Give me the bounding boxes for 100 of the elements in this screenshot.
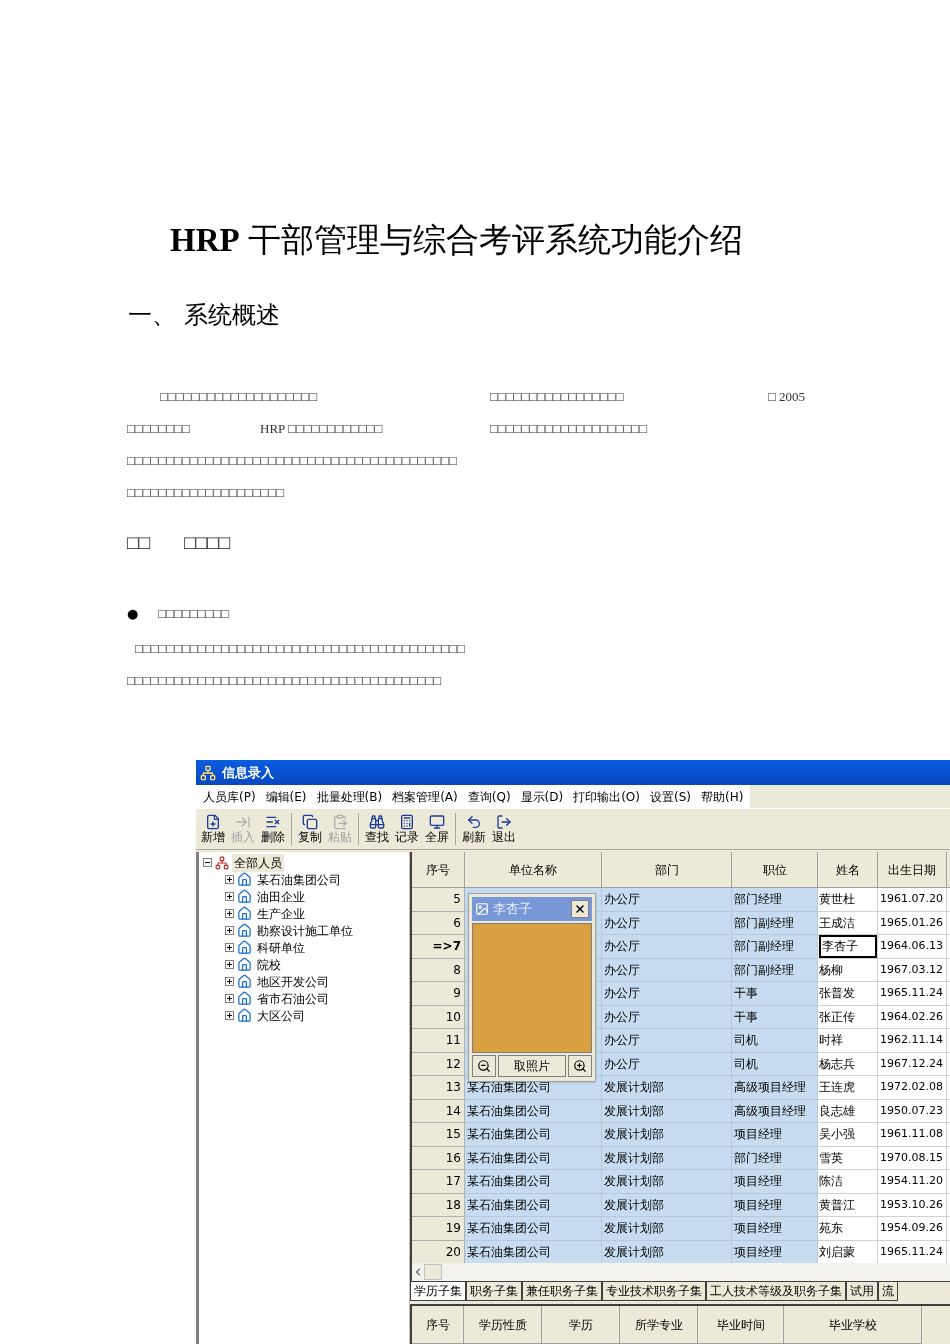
tab[interactable]: 试用 (846, 1282, 878, 1301)
table-cell-text: 陈洁 (819, 1173, 843, 1191)
table-cell-text: 1965.11.24 (880, 985, 943, 1001)
tree-item[interactable]: 油田企业 (255, 887, 307, 906)
calculator-icon (399, 813, 415, 830)
column-header[interactable]: 序号 (412, 1306, 464, 1344)
table-cell-text: 高级项目经理 (734, 1079, 806, 1097)
scroll-thumb[interactable] (424, 1264, 442, 1280)
table-cell: 某石油集团公司 (465, 1240, 602, 1264)
menu-item[interactable]: 设置(S) (645, 787, 696, 806)
table-cell-text: 1961.07.20 (880, 891, 943, 907)
document-title: HRP 干部管理与综合考评系统功能介绍 (170, 221, 743, 260)
toolbar-button[interactable]: 查找 (362, 813, 392, 845)
tree-item[interactable]: 地区开发公司 (255, 972, 331, 991)
expand-icon[interactable] (225, 943, 234, 952)
table-cell-text: 高级项目经理 (734, 1102, 806, 1120)
menu-item[interactable]: 打印输出(O) (568, 787, 645, 806)
column-header[interactable]: 所学专业 (620, 1306, 698, 1344)
toolbar-button[interactable]: 全屏 (422, 813, 452, 845)
row-number-cell: 16 (412, 1146, 465, 1170)
menu-item[interactable]: 显示(D) (515, 787, 569, 806)
expand-icon[interactable] (225, 875, 234, 884)
house-icon (237, 1008, 252, 1023)
menu-item[interactable]: 人员库(P) (198, 787, 261, 806)
table-cell: 李杏子 (819, 935, 877, 958)
toolbar-button[interactable]: 删除 (258, 813, 288, 845)
horizontal-scrollbar[interactable] (410, 1263, 950, 1281)
expand-icon[interactable] (225, 977, 234, 986)
paragraph-text: □□□□□□□□□□□□□□□□□□□□□□□□□□□□□□□□□□□□□□□□□□ (127, 453, 457, 468)
zoom-in-icon (573, 1059, 587, 1073)
binoculars-icon (369, 813, 385, 830)
table-cell-text: 良志雄 (819, 1102, 855, 1120)
menu-item[interactable]: 档案管理(A) (387, 787, 463, 806)
table-cell-text: 王成洁 (819, 914, 855, 932)
toolbar-button[interactable]: 刷新 (459, 813, 489, 845)
table-cell: 1950.07.23 (880, 1102, 943, 1119)
exit-icon (496, 813, 512, 830)
table-cell-text: 办公厅 (604, 938, 640, 956)
column-header[interactable]: 学历 (542, 1306, 620, 1344)
table-cell-text: 项目经理 (734, 1243, 782, 1261)
table-cell: 某石油集团公司 (465, 1146, 602, 1170)
toolbar-button[interactable]: 记录 (392, 813, 422, 845)
zoom-out-icon (477, 1059, 491, 1073)
table-cell-text: 张正传 (819, 1008, 855, 1026)
tab[interactable]: 兼任职务子集 (522, 1282, 602, 1301)
tree-item[interactable]: 省市石油公司 (255, 989, 331, 1008)
tree-item[interactable]: 生产企业 (255, 904, 307, 923)
tree-item[interactable]: 大区公司 (255, 1006, 307, 1025)
tree-item[interactable]: 科研单位 (255, 938, 307, 957)
column-header[interactable]: 毕业学校 (784, 1306, 922, 1344)
row-number-cell: =>7 (412, 935, 465, 959)
row-number-cell: 9 (412, 982, 465, 1006)
toolbar-button[interactable]: 新增 (198, 813, 228, 845)
zoom-in-button[interactable] (568, 1055, 592, 1077)
table-cell-text: 办公厅 (604, 914, 640, 932)
expand-icon[interactable] (225, 960, 234, 969)
toolbar-button[interactable]: 退出 (489, 813, 519, 845)
table-cell-text: 1972.02.08 (880, 1079, 943, 1095)
close-button[interactable] (571, 900, 589, 918)
toolbar-button[interactable]: 复制 (295, 813, 325, 845)
column-header[interactable]: 学历性质 (464, 1306, 542, 1344)
get-photo-button[interactable]: 取照片 (498, 1055, 566, 1077)
table-cell-text: 项目经理 (734, 1126, 782, 1144)
tree-item[interactable]: 某石油集团公司 (255, 870, 343, 889)
subheading-text: □□ (127, 531, 150, 555)
expand-icon[interactable] (225, 926, 234, 935)
tree-item[interactable]: 全部人员 (232, 853, 284, 872)
house-icon (237, 957, 252, 972)
menu-item[interactable]: 查询(Q) (462, 787, 516, 806)
expand-icon[interactable] (225, 994, 234, 1003)
zoom-out-button[interactable] (472, 1055, 496, 1077)
table-cell-text: 发展计划部 (604, 1102, 664, 1120)
column-header[interactable]: 毕业时间 (698, 1306, 784, 1344)
paragraph-text: HRP □□□□□□□□□□□□ (260, 421, 383, 436)
table-cell-text: 办公厅 (604, 891, 640, 909)
house-icon (237, 974, 252, 989)
menu-item[interactable]: 编辑(E) (260, 787, 312, 806)
tab[interactable]: 工人技术等级及职务子集 (706, 1282, 846, 1301)
table-cell-text: 部门经理 (734, 891, 782, 909)
expand-icon[interactable] (225, 1011, 234, 1020)
expand-icon[interactable] (225, 909, 234, 918)
app-logo-icon (200, 764, 216, 781)
tab[interactable]: 流 (878, 1282, 898, 1301)
table-cell-text: 司机 (734, 1055, 758, 1073)
tree-item[interactable]: 勘察设计施工单位 (255, 921, 355, 940)
tree-item[interactable]: 院校 (255, 955, 283, 974)
new-file-icon (205, 813, 221, 830)
paragraph-text: □□□□□□□□□□□□□□□□□□□□ (490, 421, 648, 436)
table-cell-text: 1961.11.08 (880, 1126, 943, 1142)
row-number-cell: 8 (412, 958, 465, 982)
collapse-icon[interactable] (203, 858, 212, 867)
menu-item[interactable]: 帮助(H) (695, 787, 749, 806)
table-cell-text: 时祥 (819, 1032, 843, 1050)
menu-item[interactable]: 批量处理(B) (311, 787, 388, 806)
tab[interactable]: 学历子集 (410, 1282, 466, 1301)
table-cell-text: 办公厅 (604, 1008, 640, 1026)
table-cell-text: 黄世杜 (819, 891, 855, 909)
tab[interactable]: 职务子集 (466, 1282, 522, 1301)
tab[interactable]: 专业技术职务子集 (602, 1282, 706, 1301)
expand-icon[interactable] (225, 892, 234, 901)
